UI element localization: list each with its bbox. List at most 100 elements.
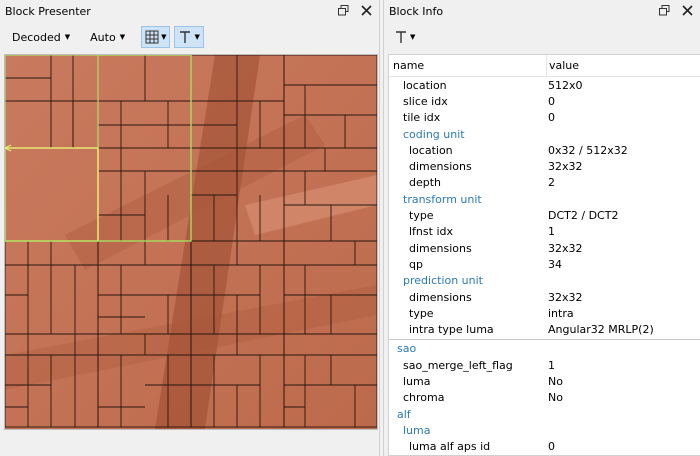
float-icon[interactable] [337, 4, 350, 17]
tree-row-name: luma alf aps id [409, 440, 491, 454]
tree-row[interactable]: dimensions 32x32 [389, 240, 700, 256]
tree-row[interactable]: tile idx 0 [389, 110, 700, 126]
tree-row-value: intra [548, 306, 574, 320]
panel-title: Block Info [389, 4, 444, 18]
tree-row-name: qp [409, 257, 423, 271]
chevron-down-icon: ▼ [410, 33, 416, 41]
chevron-down-icon: ▼ [194, 33, 200, 41]
tree-separator [389, 338, 700, 340]
block-partition-view[interactable] [5, 55, 377, 429]
tree-row[interactable]: type DCT2 / DCT2 [389, 207, 700, 223]
tree-row-name: depth [409, 176, 442, 190]
tree-row-value: 0x32 / 512x32 [548, 143, 628, 157]
tree-row-value: No [548, 374, 563, 388]
app-window: Block Presenter Decoded ▼ Auto ▼ ▼ ▼ Blo… [0, 0, 700, 456]
close-icon[interactable] [360, 4, 373, 17]
tree-row[interactable]: location 512x0 [389, 77, 700, 93]
tree-row-name: luma [403, 423, 431, 437]
tree-header: name value [389, 55, 700, 77]
tree-row-name: type [409, 209, 434, 223]
tree-row[interactable]: lfnst idx 1 [389, 224, 700, 240]
tree-row-name: alf [397, 407, 411, 421]
float-icon[interactable] [658, 4, 671, 17]
tree-row-name: luma [403, 374, 431, 388]
horizontal-scrollbar[interactable] [4, 430, 378, 456]
tree-row[interactable]: type intra [389, 305, 700, 321]
tree-row[interactable]: chroma No [389, 390, 700, 406]
chevron-down-icon: ▼ [64, 33, 71, 41]
zoom-value: Auto [90, 30, 116, 44]
close-icon[interactable] [681, 4, 694, 17]
tree-row[interactable]: depth 2 [389, 175, 700, 191]
tree-row-name: dimensions [409, 160, 472, 174]
tree-group-row[interactable]: alf [389, 406, 700, 422]
column-header-name[interactable]: name [389, 59, 546, 72]
chevron-down-icon: ▼ [119, 33, 126, 41]
tree-group-row[interactable]: sao [389, 341, 700, 357]
tree-row-name: intra type luma [409, 323, 494, 337]
tree-row-value: 32x32 [548, 290, 583, 304]
block-info-tree[interactable]: name value location 512x0 slice idx 0 tile i… [388, 54, 700, 456]
tree-row-name: chroma [403, 391, 445, 405]
tree-row-value: 0 [548, 440, 555, 454]
grid-toggle-button[interactable]: ▼ [141, 26, 171, 48]
block-presenter-toolbar: Decoded ▼ Auto ▼ ▼ ▼ [0, 22, 379, 52]
block-info-panel: Block Info ▼ name value location 512x0 s… [383, 0, 700, 456]
text-format-button[interactable]: ▼ [390, 26, 419, 48]
tree-row-name: lfnst idx [409, 225, 453, 239]
tree-row-value: 34 [548, 257, 562, 271]
tree-row-name: prediction unit [403, 274, 483, 288]
tree-row[interactable]: sao_merge_left_flag 1 [389, 357, 700, 373]
tree-row[interactable]: qp 34 [389, 256, 700, 272]
tree-row[interactable]: luma alf aps id 0 [389, 439, 700, 455]
tree-row[interactable]: luma No [389, 373, 700, 389]
mode-dropdown[interactable]: Decoded ▼ [6, 26, 76, 48]
tree-row-value: Angular32 MRLP(2) [548, 323, 654, 337]
tree-row-name: type [409, 306, 434, 320]
tree-row-name: coding unit [403, 127, 465, 141]
block-presenter-titlebar: Block Presenter [0, 0, 379, 22]
tree-row-name: tile idx [403, 111, 441, 125]
tree-row-value: 0 [548, 111, 555, 125]
tree-row[interactable]: location 0x32 / 512x32 [389, 142, 700, 158]
tree-row-name: slice idx [403, 94, 448, 108]
tree-row-value: 0 [548, 94, 555, 108]
tree-group-row[interactable]: transform unit [389, 191, 700, 207]
block-canvas[interactable] [4, 54, 378, 430]
block-info-toolbar: ▼ [384, 22, 700, 52]
tree-row-name: dimensions [409, 241, 472, 255]
block-presenter-panel: Block Presenter Decoded ▼ Auto ▼ ▼ ▼ [0, 0, 380, 456]
tree-row-value: 1 [548, 358, 555, 372]
tree-rows: location 512x0 slice idx 0 tile idx 0 coding u… [389, 77, 700, 455]
text-icon [396, 31, 406, 43]
tree-group-row[interactable]: coding unit [389, 126, 700, 142]
tree-row-name: sao [397, 342, 417, 356]
tree-row-name: dimensions [409, 290, 472, 304]
text-overlay-button[interactable]: ▼ [174, 26, 204, 48]
tree-row-value: 1 [548, 225, 555, 239]
tree-row-value: 2 [548, 176, 555, 190]
mode-value: Decoded [12, 30, 61, 44]
chevron-down-icon: ▼ [161, 33, 167, 41]
tree-row[interactable]: slice idx 0 [389, 93, 700, 109]
zoom-dropdown[interactable]: Auto ▼ [84, 26, 131, 48]
tree-row[interactable]: dimensions 32x32 [389, 289, 700, 305]
panel-title: Block Presenter [5, 4, 91, 18]
tree-row-name: location [403, 78, 447, 92]
column-header-value[interactable]: value [546, 55, 700, 77]
text-icon [180, 31, 191, 43]
tree-group-row[interactable]: prediction unit [389, 273, 700, 289]
tree-row-value: No [548, 391, 563, 405]
tree-row-value: DCT2 / DCT2 [548, 209, 619, 223]
tree-row-value: 32x32 [548, 160, 583, 174]
tree-row-value: 32x32 [548, 241, 583, 255]
tree-row[interactable]: dimensions 32x32 [389, 158, 700, 174]
tree-group-row[interactable]: luma [389, 422, 700, 438]
tree-row[interactable]: intra type luma Angular32 MRLP(2) [389, 321, 700, 337]
tree-row-value: 512x0 [548, 78, 583, 92]
grid-icon [145, 30, 159, 44]
tree-row-name: sao_merge_left_flag [403, 358, 513, 372]
tree-row-name: transform unit [403, 192, 482, 206]
tree-row-name: location [409, 143, 453, 157]
block-info-titlebar: Block Info [384, 0, 700, 22]
